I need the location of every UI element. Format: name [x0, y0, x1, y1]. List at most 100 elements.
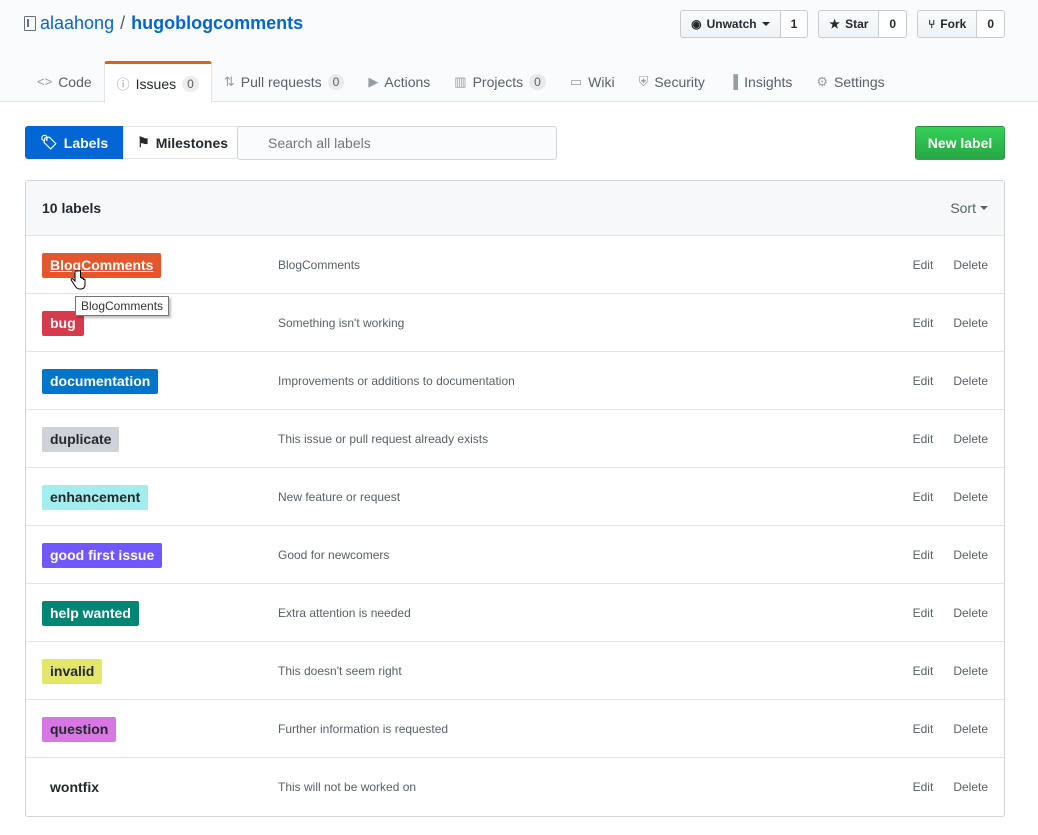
- graph-icon: ▐: [728, 74, 739, 89]
- new-label-button[interactable]: New label: [915, 126, 1005, 160]
- label-row: help wanted Extra attention is needed Ed…: [26, 584, 1004, 642]
- delete-label-button[interactable]: Delete: [953, 664, 988, 678]
- milestones-tab[interactable]: ⚑ Milestones: [123, 126, 244, 159]
- star-button[interactable]: ★ Star: [818, 10, 880, 38]
- label-row-actions: Edit Delete: [913, 374, 988, 388]
- tab-settings[interactable]: ⚙ Settings: [804, 61, 896, 102]
- repo-actions: ◉ Unwatch 1 ★ Star 0 ⑂ Fork 0: [680, 10, 1005, 38]
- tag-icon: 🏷︎: [40, 134, 58, 150]
- labels-tab-label: Labels: [63, 134, 109, 151]
- eye-icon: ◉: [691, 17, 702, 31]
- tab-label: Code: [58, 73, 92, 90]
- edit-label-button[interactable]: Edit: [913, 490, 934, 504]
- label-pill[interactable]: duplicate: [42, 427, 120, 452]
- edit-label-button[interactable]: Edit: [913, 780, 934, 794]
- unwatch-button[interactable]: ◉ Unwatch: [680, 10, 781, 38]
- label-pill[interactable]: BlogComments: [42, 253, 162, 278]
- label-pill[interactable]: documentation: [42, 369, 159, 394]
- delete-label-button[interactable]: Delete: [953, 722, 988, 736]
- fork-count[interactable]: 0: [977, 10, 1005, 38]
- label-tooltip: BlogComments: [75, 296, 170, 316]
- edit-label-button[interactable]: Edit: [913, 432, 934, 446]
- fork-label: Fork: [940, 17, 967, 31]
- label-row-actions: Edit Delete: [913, 432, 988, 446]
- delete-label-button[interactable]: Delete: [953, 316, 988, 330]
- book-icon: ▭: [569, 73, 583, 89]
- delete-label-button[interactable]: Delete: [953, 432, 988, 446]
- edit-label-button[interactable]: Edit: [913, 606, 934, 620]
- tab-counter: 0: [529, 73, 546, 90]
- delete-label-button[interactable]: Delete: [953, 606, 988, 620]
- label-row-actions: Edit Delete: [913, 316, 988, 330]
- tab-label: Actions: [384, 73, 431, 90]
- repo-separator: /: [120, 13, 126, 33]
- hand-cursor-icon: [70, 270, 86, 290]
- label-pill[interactable]: invalid: [42, 659, 103, 684]
- chevron-down-icon: [761, 22, 770, 26]
- label-row: duplicate This issue or pull request alr…: [26, 410, 1004, 468]
- label-description: Good for newcomers: [278, 548, 390, 562]
- label-row-actions: Edit Delete: [913, 606, 988, 620]
- label-row-actions: Edit Delete: [913, 664, 988, 678]
- tab-security[interactable]: ⛨ Security: [627, 61, 717, 102]
- labels-rows: BlogComments BlogComments Edit Delete bu…: [26, 236, 1004, 816]
- label-description: Extra attention is needed: [278, 606, 411, 620]
- label-pill[interactable]: good first issue: [42, 543, 163, 568]
- repo-name-link[interactable]: hugoblogcomments: [131, 13, 303, 34]
- labels-tab[interactable]: 🏷︎ Labels: [25, 126, 124, 159]
- repo-owner-link[interactable]: alaahong: [40, 13, 114, 34]
- edit-label-button[interactable]: Edit: [913, 316, 934, 330]
- unwatch-group: ◉ Unwatch 1: [680, 10, 809, 38]
- tab-label: Pull requests: [240, 73, 322, 90]
- tab-projects[interactable]: ▥ Projects 0: [442, 61, 558, 102]
- tab-pull-requests[interactable]: ⇅ Pull requests 0: [212, 61, 357, 102]
- tab-insights[interactable]: ▐ Insights: [717, 61, 804, 102]
- label-row: BlogComments BlogComments Edit Delete: [26, 236, 1004, 294]
- edit-label-button[interactable]: Edit: [913, 258, 934, 272]
- project-icon: ▥: [454, 73, 467, 89]
- label-row: wontfix This will not be worked on Edit …: [26, 758, 1004, 816]
- fork-button[interactable]: ⑂ Fork: [917, 10, 978, 38]
- label-description: Something isn't working: [278, 316, 405, 330]
- pr-icon: ⇅: [223, 73, 235, 89]
- label-pill[interactable]: wontfix: [42, 775, 107, 800]
- tab-code[interactable]: <> Code: [25, 61, 104, 102]
- edit-label-button[interactable]: Edit: [913, 548, 934, 562]
- label-description: Improvements or additions to documentati…: [278, 374, 515, 388]
- repo-tabs: <> Code ⓘ Issues 0 ⇅ Pull requests 0 ▶ Act…: [25, 61, 897, 103]
- labels-list-header: 10 labels Sort: [26, 181, 1004, 236]
- label-pill[interactable]: enhancement: [42, 485, 149, 510]
- tab-label: Wiki: [588, 73, 615, 90]
- tab-counter: 0: [327, 73, 345, 90]
- delete-label-button[interactable]: Delete: [953, 374, 988, 388]
- labels-list: 10 labels Sort BlogComments BlogComments…: [25, 180, 1005, 817]
- label-pill[interactable]: help wanted: [42, 601, 139, 626]
- label-row-actions: Edit Delete: [913, 258, 988, 272]
- sort-dropdown[interactable]: Sort: [950, 200, 988, 216]
- delete-label-button[interactable]: Delete: [953, 548, 988, 562]
- chevron-down-icon: [980, 206, 988, 210]
- label-row: bug Something isn't working Edit Delete: [26, 294, 1004, 352]
- label-pill[interactable]: question: [42, 717, 117, 742]
- milestones-tab-label: Milestones: [155, 134, 229, 151]
- star-count[interactable]: 0: [879, 10, 908, 38]
- edit-label-button[interactable]: Edit: [913, 664, 934, 678]
- tab-actions[interactable]: ▶ Actions: [356, 61, 442, 102]
- delete-label-button[interactable]: Delete: [953, 258, 988, 272]
- labels-subnav: 🏷︎ Labels ⚑ Milestones: [25, 126, 244, 159]
- edit-label-button[interactable]: Edit: [913, 374, 934, 388]
- label-row: enhancement New feature or request Edit …: [26, 468, 1004, 526]
- label-row-actions: Edit Delete: [913, 490, 988, 504]
- delete-label-button[interactable]: Delete: [953, 780, 988, 794]
- issue-icon: ⓘ: [116, 77, 130, 92]
- delete-label-button[interactable]: Delete: [953, 490, 988, 504]
- search-labels-input[interactable]: [237, 126, 557, 160]
- unwatch-count[interactable]: 1: [780, 10, 809, 38]
- tab-issues[interactable]: ⓘ Issues 0: [103, 61, 212, 103]
- edit-label-button[interactable]: Edit: [913, 722, 934, 736]
- tab-wiki[interactable]: ▭ Wiki: [558, 61, 627, 102]
- star-group: ★ Star 0: [818, 10, 908, 38]
- fork-icon: ⑂: [928, 17, 936, 31]
- repo-icon: [24, 16, 36, 31]
- tab-counter: 0: [182, 75, 199, 92]
